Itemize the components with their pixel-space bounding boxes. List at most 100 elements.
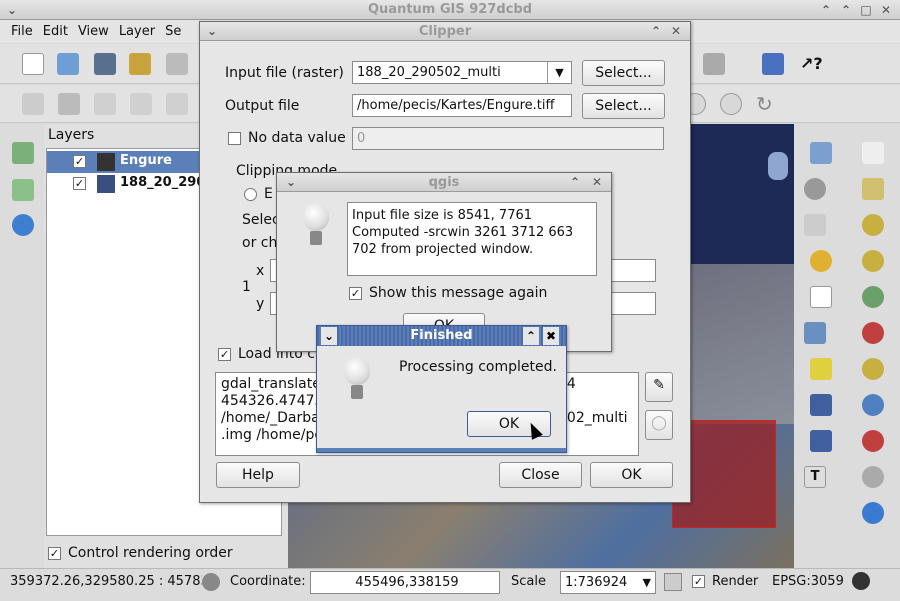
shade-icon[interactable]: ⌃ — [838, 0, 854, 20]
menu-view[interactable]: View — [73, 20, 114, 43]
add-raster-icon[interactable] — [12, 179, 34, 201]
zoom-next-icon[interactable] — [720, 93, 742, 115]
zoom-in-icon[interactable] — [862, 214, 884, 236]
close-icon[interactable]: ✕ — [878, 0, 894, 20]
input-file-combo[interactable]: 188_20_290502_multi ▼ — [352, 61, 572, 84]
clipper-close-icon[interactable]: ✕ — [668, 22, 684, 41]
capture-point-icon[interactable] — [94, 93, 116, 115]
save-as-icon[interactable] — [129, 53, 151, 75]
move-feature-icon[interactable] — [130, 93, 152, 115]
main-title: Quantum GIS 927dcbd — [367, 2, 533, 17]
nodata-checkbox[interactable] — [228, 132, 241, 145]
layer-name: Engure — [120, 153, 172, 168]
save-edits-icon[interactable] — [58, 93, 80, 115]
chevron-down-icon: ▼ — [547, 62, 571, 83]
pan-icon[interactable] — [862, 142, 884, 164]
clipper-ok-button[interactable]: OK — [590, 462, 673, 488]
nodata-spinbox[interactable]: 0 — [352, 127, 664, 150]
select-input-button[interactable]: Select... — [582, 60, 665, 86]
zoom-selection-icon[interactable] — [862, 322, 884, 344]
show-bookmarks-icon[interactable] — [810, 430, 832, 452]
deselect-icon[interactable] — [810, 250, 832, 272]
plugin-icon[interactable] — [703, 53, 725, 75]
print-icon[interactable] — [166, 53, 188, 75]
raster-layer-icon — [97, 153, 115, 171]
qgis-title: qgis — [428, 175, 460, 190]
zoom-out-icon[interactable] — [862, 250, 884, 272]
epsg-label[interactable]: EPSG:3059 — [772, 574, 844, 589]
finished-menu-icon[interactable]: ⌄ — [321, 327, 337, 345]
layer-visibility-checkbox[interactable]: ✓ — [73, 177, 86, 190]
close-button[interactable]: Close — [499, 462, 582, 488]
x-max-field[interactable] — [610, 259, 656, 282]
projection-globe-icon[interactable] — [852, 572, 870, 590]
maximize-icon[interactable]: □ — [858, 0, 874, 20]
qgis-close-icon[interactable]: ✕ — [589, 173, 605, 192]
coordinate-field[interactable]: 455496,338159 — [310, 571, 500, 594]
help-button[interactable]: Help — [216, 462, 300, 488]
nodata-label: No data value — [248, 130, 346, 146]
finished-close-icon[interactable]: ✖ — [543, 327, 559, 345]
add-vector-icon[interactable] — [12, 142, 34, 164]
scale-label: Scale — [511, 574, 546, 589]
reset-command-icon[interactable]: ◯ — [645, 410, 673, 440]
clipper-shade-icon[interactable]: ⌃ — [648, 22, 664, 41]
y-max-field[interactable] — [610, 292, 656, 315]
render-checkbox[interactable]: ✓ — [692, 575, 705, 588]
measure-icon[interactable] — [804, 322, 826, 344]
scale-value: 1:736924 — [565, 575, 628, 590]
new-project-icon[interactable] — [22, 53, 44, 75]
command-right-2: 502_multi — [558, 410, 628, 426]
window-menu-icon[interactable]: ⌄ — [4, 0, 20, 20]
or-change-label: or ch — [242, 235, 278, 251]
settings-gear-icon[interactable] — [804, 178, 826, 200]
zoom-full-icon[interactable] — [862, 286, 884, 308]
stop-render-icon[interactable] — [664, 573, 682, 591]
control-rendering-checkbox[interactable]: ✓ — [48, 547, 61, 560]
edit-command-icon[interactable]: ✎ — [645, 372, 673, 402]
add-wms-icon[interactable] — [12, 214, 34, 236]
qgis-menu-icon[interactable]: ⌄ — [283, 173, 299, 192]
zoom-layer-icon[interactable] — [862, 358, 884, 380]
main-titlebar: Quantum GIS 927dcbd ⌄ ⌃ ⌃ □ ✕ — [0, 0, 900, 20]
menu-edit[interactable]: Edit — [38, 20, 73, 43]
qgis-shade-icon[interactable]: ⌃ — [567, 173, 583, 192]
zoom-next-side-icon[interactable] — [862, 466, 884, 488]
identify-icon[interactable] — [810, 142, 832, 164]
toggle-extents-icon[interactable] — [202, 573, 220, 591]
clipper-menu-icon[interactable]: ⌄ — [204, 22, 220, 41]
minimize-icon[interactable]: ⌃ — [818, 0, 834, 20]
menu-layer[interactable]: Layer — [114, 20, 160, 43]
layer-visibility-checkbox[interactable]: ✓ — [73, 155, 86, 168]
extent-radio[interactable] — [244, 188, 257, 201]
menu-settings[interactable]: Se — [160, 20, 186, 43]
help-book-icon[interactable] — [762, 53, 784, 75]
whats-this-icon[interactable]: ↗? — [800, 54, 823, 73]
text-annotation-icon[interactable]: T — [804, 466, 826, 488]
attribute-table-icon[interactable] — [810, 286, 832, 308]
gps-icon[interactable] — [862, 502, 884, 524]
save-project-icon[interactable] — [94, 53, 116, 75]
zoom-last-side-icon[interactable] — [862, 430, 884, 452]
scale-combo[interactable]: 1:736924 ▼ — [560, 571, 656, 594]
load-into-canvas-checkbox[interactable]: ✓ — [218, 348, 231, 361]
output-file-field[interactable]: /home/pecis/Kartes/Engure.tiff — [352, 94, 572, 117]
new-bookmark-icon[interactable] — [810, 394, 832, 416]
menu-file[interactable]: File — [6, 20, 38, 43]
select-output-button[interactable]: Select... — [582, 93, 665, 119]
one-label: 1 — [242, 279, 251, 295]
move-map-icon[interactable] — [862, 178, 884, 200]
qgis-message-text: Input file size is 8541, 7761 Computed -… — [347, 202, 597, 276]
layers-title: Layers — [48, 127, 95, 143]
open-project-icon[interactable] — [57, 53, 79, 75]
select-icon[interactable] — [804, 214, 826, 236]
left-toolstrip — [0, 124, 44, 568]
finished-shade-icon[interactable]: ⌃ — [523, 327, 539, 345]
refresh-icon[interactable]: ↻ — [756, 93, 778, 115]
edit-pencil-icon[interactable] — [22, 93, 44, 115]
node-tool-icon[interactable] — [166, 93, 188, 115]
map-tips-icon[interactable] — [810, 358, 832, 380]
show-again-checkbox[interactable]: ✓ — [349, 287, 362, 300]
zoom-native-icon[interactable] — [862, 394, 884, 416]
output-file-label: Output file — [225, 98, 300, 114]
